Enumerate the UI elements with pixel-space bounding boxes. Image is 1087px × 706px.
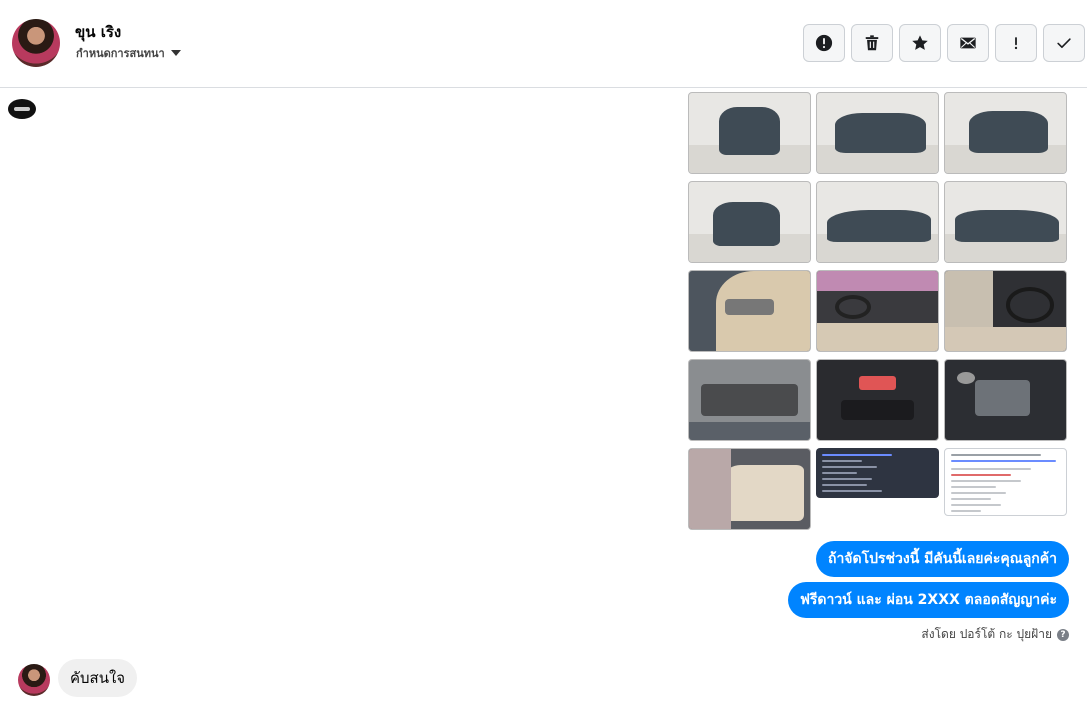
spec-screenshot[interactable] <box>816 448 939 498</box>
alert-circle-icon <box>815 34 833 52</box>
page-logo-mark <box>14 107 30 111</box>
star-icon <box>912 35 928 50</box>
check-icon <box>1057 38 1071 49</box>
contact-avatar-small[interactable] <box>18 664 50 696</box>
help-icon[interactable]: ? <box>1057 628 1069 641</box>
car-photo-engine-bay[interactable] <box>944 359 1067 441</box>
outgoing-message[interactable]: ฟรีดาวน์ และ ผ่อน 2XXX ตลอดสัญญาค่ะ <box>787 582 1069 618</box>
car-photo-console[interactable] <box>816 359 939 441</box>
car-photo-rear-seats[interactable] <box>688 448 811 530</box>
page-logo <box>8 99 36 119</box>
car-photo-rear-left[interactable] <box>944 92 1067 174</box>
car-photo-gearshift[interactable] <box>944 270 1067 352</box>
mark-done-button[interactable] <box>1043 24 1085 62</box>
mark-spam-button[interactable] <box>803 24 845 62</box>
car-photo-front[interactable] <box>688 92 811 174</box>
outgoing-message[interactable]: ถ้าจัดโปรช่วงนี้ มีคันนี้เลยค่ะคุณลูกค้า <box>815 541 1069 577</box>
car-photo-front-right[interactable] <box>816 92 939 174</box>
car-photo-engine[interactable] <box>688 359 811 441</box>
car-photo-door-interior[interactable] <box>688 270 811 352</box>
mark-unread-button[interactable] <box>947 24 989 62</box>
envelope-icon <box>960 37 976 49</box>
conversation-header: ขุน เริง กำหนดการสนทนา <box>0 0 1087 88</box>
contact-avatar[interactable] <box>12 19 60 67</box>
conversation-settings-label: กำหนดการสนทนา <box>76 47 165 60</box>
car-photo-rear[interactable] <box>688 181 811 263</box>
contact-name[interactable]: ขุน เริง <box>75 20 121 44</box>
star-button[interactable] <box>899 24 941 62</box>
caret-down-icon <box>170 50 181 56</box>
car-photo-dashboard[interactable] <box>816 270 939 352</box>
trash-icon <box>865 35 879 51</box>
incoming-message[interactable]: คับสนใจ <box>58 659 138 697</box>
sent-by-label: ส่งโดย ปอร์โต้ กะ ปุยฝ้าย <box>921 627 1052 641</box>
car-photo-side-right[interactable] <box>816 181 939 263</box>
sent-by-info: ส่งโดย ปอร์โต้ กะ ปุยฝ้าย ? <box>921 625 1069 644</box>
mark-important-button[interactable] <box>995 24 1037 62</box>
delete-button[interactable] <box>851 24 893 62</box>
post-screenshot[interactable] <box>944 448 1067 516</box>
conversation-settings-dropdown[interactable]: กำหนดการสนทนา <box>76 44 181 62</box>
exclamation-icon <box>1014 37 1018 50</box>
car-photo-side-left[interactable] <box>944 181 1067 263</box>
